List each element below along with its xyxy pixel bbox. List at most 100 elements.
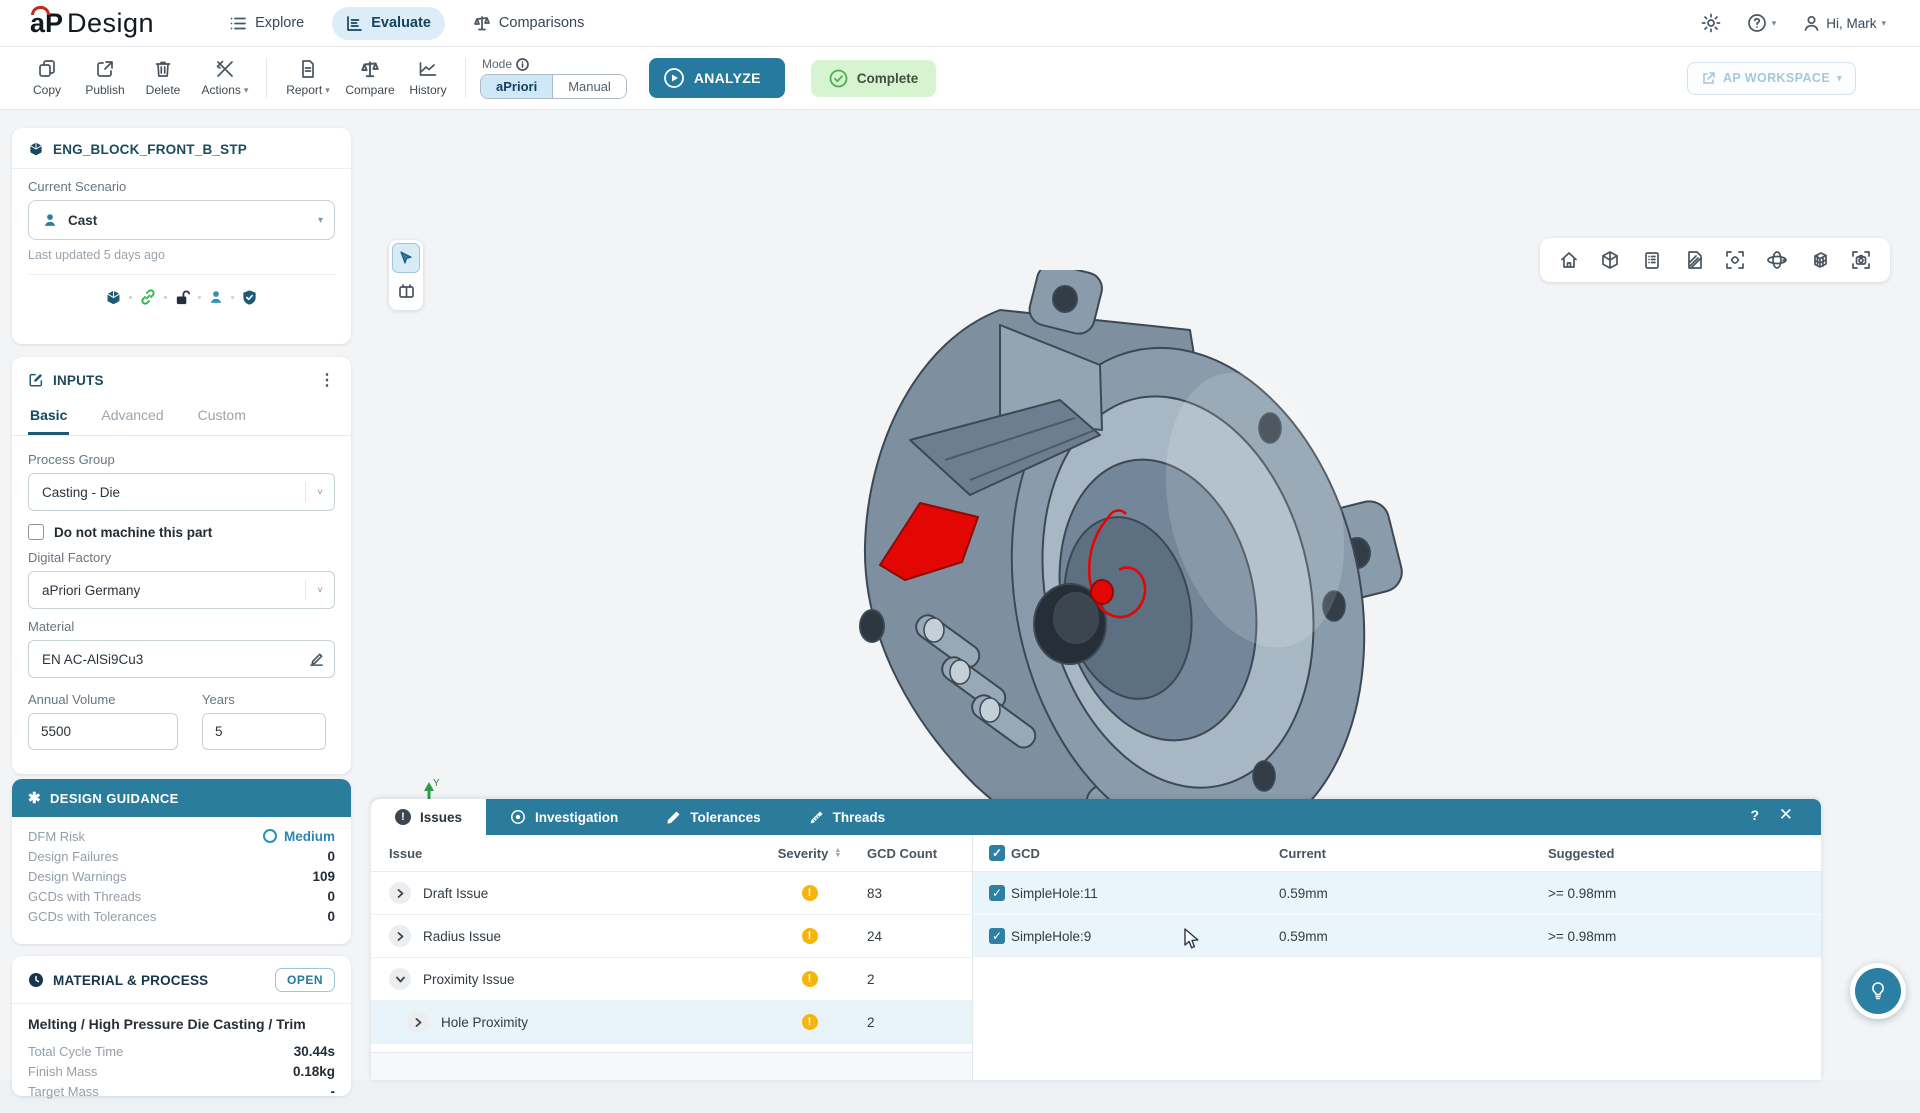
design-guidance-title: DESIGN GUIDANCE: [50, 791, 179, 806]
nav-explore[interactable]: Explore: [216, 7, 318, 40]
snapshot-camera-icon[interactable]: [1851, 250, 1871, 270]
history-button[interactable]: History: [399, 59, 457, 97]
inputs-title: INPUTS: [53, 373, 104, 388]
process-routing: Melting / High Pressure Die Casting / Tr…: [28, 1016, 335, 1032]
select-all-checkbox[interactable]: ✓: [989, 845, 1005, 861]
section-box-tool[interactable]: [392, 277, 420, 307]
check-circle-icon: [829, 69, 848, 88]
dot-separator: [129, 296, 132, 299]
user-name: Hi, Mark: [1826, 16, 1876, 31]
threads-screw-icon: [809, 810, 824, 825]
chevron-right-icon[interactable]: [389, 925, 411, 947]
issues-icon: !: [395, 809, 411, 825]
delete-button[interactable]: Delete: [134, 59, 192, 97]
scenario-select[interactable]: Cast ▾: [28, 200, 335, 240]
issue-row-hole-proximity[interactable]: Hole Proximity ! 2: [371, 1001, 972, 1044]
assistant-fab[interactable]: [1850, 963, 1906, 1019]
help-menu[interactable]: ▾: [1747, 13, 1777, 33]
process-group-label: Process Group: [28, 452, 335, 467]
copy-button[interactable]: Copy: [18, 59, 76, 97]
dock-close-icon[interactable]: ✕: [1779, 805, 1793, 825]
analyze-button[interactable]: ANALYZE: [649, 58, 785, 98]
chevron-down-icon[interactable]: [389, 968, 411, 990]
suggested-header[interactable]: Suggested: [1548, 846, 1821, 861]
mode-apriori-option[interactable]: aPriori: [481, 75, 553, 98]
settings-gear-icon[interactable]: [1701, 13, 1721, 33]
issue-header[interactable]: Issue: [371, 846, 762, 861]
issue-row-proximity[interactable]: Proximity Issue ! 2: [371, 958, 972, 1001]
dock-help-icon[interactable]: ?: [1750, 807, 1759, 823]
process-group-select[interactable]: Casting - Die ˅: [28, 473, 335, 511]
app-logo: aP Design: [30, 8, 154, 39]
tab-basic[interactable]: Basic: [28, 396, 69, 435]
row-checkbox[interactable]: ✓: [989, 885, 1005, 901]
edit-pencil-icon[interactable]: [309, 652, 324, 667]
assignee-user-icon[interactable]: [208, 289, 224, 305]
link-icon[interactable]: [139, 288, 157, 306]
ap-workspace-button[interactable]: AP WORKSPACE ▾: [1687, 62, 1856, 95]
compare-button[interactable]: Compare: [341, 60, 399, 97]
zoom-fit-icon[interactable]: [1725, 250, 1745, 270]
info-icon[interactable]: [516, 58, 529, 71]
current-header[interactable]: Current: [1279, 846, 1548, 861]
nav-evaluate[interactable]: Evaluate: [332, 7, 445, 40]
notes-clipboard-icon[interactable]: [1642, 250, 1662, 270]
play-icon: [663, 67, 685, 89]
digital-factory-select[interactable]: aPriori Germany ˅: [28, 571, 335, 609]
home-view-icon[interactable]: [1559, 250, 1579, 270]
open-button[interactable]: OPEN: [275, 968, 335, 992]
gcd-row-simplehole-11[interactable]: ✓ SimpleHole:11 0.59mm >= 0.98mm: [973, 872, 1821, 915]
shield-check-icon[interactable]: [241, 289, 258, 306]
unlock-icon[interactable]: [174, 289, 191, 306]
issue-row-draft[interactable]: Draft Issue ! 83: [371, 872, 972, 915]
analyze-label: ANALYZE: [694, 70, 761, 86]
tab-advanced[interactable]: Advanced: [99, 396, 165, 435]
actions-button[interactable]: Actions▾: [192, 59, 258, 97]
gcd-header[interactable]: GCD: [1011, 846, 1279, 861]
tab-issues[interactable]: ! Issues: [371, 799, 486, 835]
kebab-menu-icon[interactable]: ⋮: [319, 370, 335, 390]
scenario-user-icon: [42, 212, 58, 228]
copy-label: Copy: [33, 83, 61, 97]
material-process-panel: MATERIAL & PROCESS OPEN Melting / High P…: [12, 956, 351, 1096]
iso-view-cube-icon[interactable]: [1600, 250, 1620, 270]
nav-comparisons[interactable]: Comparisons: [459, 7, 598, 40]
report-button[interactable]: Report▾: [275, 59, 341, 97]
viewport-iconbar: [1540, 238, 1890, 282]
divider: [266, 58, 267, 98]
tab-threads[interactable]: Threads: [785, 799, 910, 835]
tools-icon: [215, 59, 235, 79]
severity-header[interactable]: Severity ▲▼: [762, 846, 857, 861]
mode-manual-option[interactable]: Manual: [553, 75, 626, 98]
tab-custom[interactable]: Custom: [196, 396, 248, 435]
row-checkbox[interactable]: ✓: [989, 928, 1005, 944]
table-scrollbar-track[interactable]: [371, 1052, 972, 1080]
material-field[interactable]: EN AC-AlSi9Cu3: [28, 640, 335, 678]
complete-badge: Complete: [811, 60, 937, 97]
publish-button[interactable]: Publish: [76, 59, 134, 97]
chevron-right-icon[interactable]: [389, 882, 411, 904]
design-warnings-row: Design Warnings 109: [28, 866, 335, 886]
gcd-row-simplehole-9[interactable]: ✓ SimpleHole:9 0.59mm >= 0.98mm: [973, 915, 1821, 958]
tab-investigation[interactable]: Investigation: [486, 799, 642, 835]
delete-label: Delete: [146, 83, 181, 97]
gcds-tolerances-row: GCDs with Tolerances 0: [28, 906, 335, 926]
years-input[interactable]: 5: [202, 713, 326, 750]
section-plane-icon[interactable]: [1683, 250, 1703, 270]
nav-explore-label: Explore: [255, 15, 304, 31]
select-cursor-tool[interactable]: [392, 243, 420, 273]
issue-row-radius[interactable]: Radius Issue ! 24: [371, 915, 972, 958]
mesh-cube-icon[interactable]: [1810, 250, 1830, 270]
do-not-machine-checkbox[interactable]: [28, 524, 44, 540]
annual-volume-input[interactable]: 5500: [28, 713, 178, 750]
scenario-cube-icon[interactable]: [105, 289, 122, 306]
gcd-count-header[interactable]: GCD Count: [857, 846, 972, 861]
chevron-down-icon: ˅: [317, 585, 323, 596]
tab-tolerances[interactable]: Tolerances: [642, 799, 784, 835]
user-menu[interactable]: Hi, Mark ▾: [1802, 14, 1886, 33]
orbit-rotate-icon[interactable]: [1766, 250, 1788, 270]
material-label: Material: [28, 619, 335, 634]
list-icon: [230, 15, 247, 32]
chevron-right-icon[interactable]: [407, 1011, 429, 1033]
sort-icon[interactable]: ▲▼: [834, 848, 841, 858]
